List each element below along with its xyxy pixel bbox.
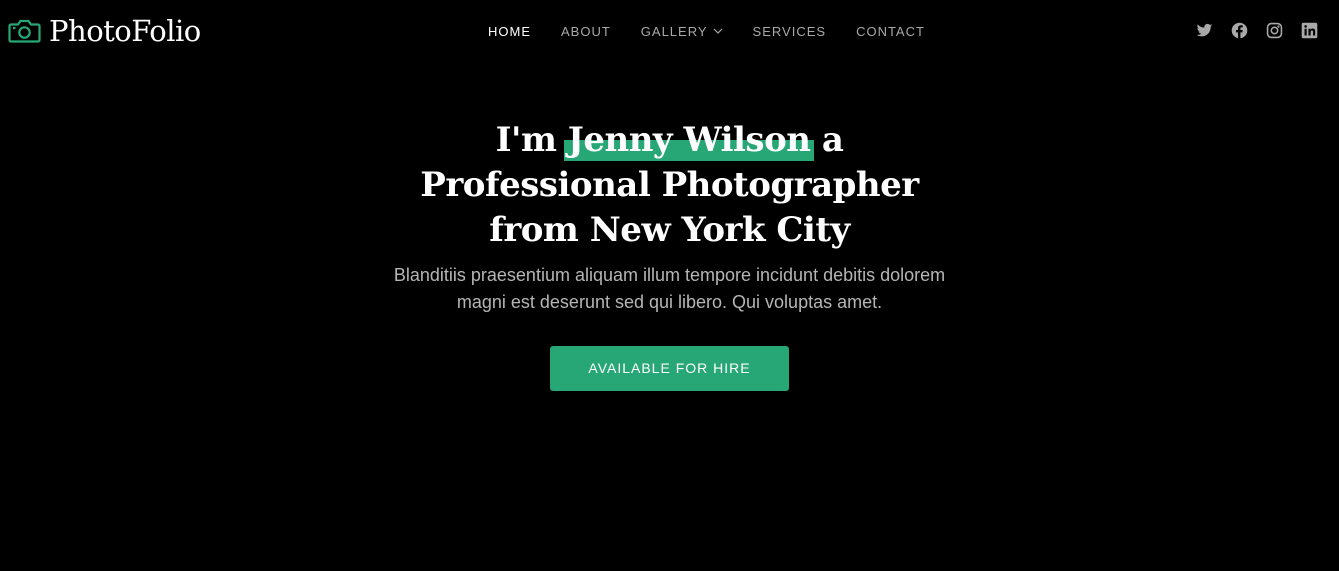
hero-title: I'm Jenny Wilson a Professional Photogra… xyxy=(0,118,1339,253)
nav-item-gallery[interactable]: GALLERY xyxy=(626,24,738,39)
main-nav: HOME ABOUT GALLERY SERVICES CONTACT xyxy=(473,20,940,42)
site-header: PhotoFolio HOME ABOUT GALLERY SERVICES C… xyxy=(0,0,1339,62)
hero-title-highlighted-name: Jenny Wilson xyxy=(563,118,815,163)
nav-item-home[interactable]: HOME xyxy=(473,24,546,39)
nav-item-label: ABOUT xyxy=(561,23,611,39)
hero-description: Blanditiis praesentium aliquam illum tem… xyxy=(393,265,946,312)
hero-title-prefix: I'm xyxy=(495,120,557,160)
social-links xyxy=(1178,22,1318,39)
hero-title-line-2: Professional Photographer xyxy=(420,165,919,205)
hero-title-line-1: I'm Jenny Wilson a xyxy=(0,118,1339,163)
hero-section: I'm Jenny Wilson a Professional Photogra… xyxy=(0,118,1339,391)
nav-item-label: CONTACT xyxy=(856,23,925,39)
nav-item-label: SERVICES xyxy=(752,23,827,39)
chevron-down-icon xyxy=(713,26,723,36)
nav-item-contact[interactable]: CONTACT xyxy=(841,24,940,39)
available-for-hire-button[interactable]: AVAILABLE FOR HIRE xyxy=(550,346,789,391)
nav-item-label: GALLERY xyxy=(640,23,708,39)
instagram-icon[interactable] xyxy=(1266,22,1283,39)
nav-item-services[interactable]: SERVICES xyxy=(738,24,842,39)
twitter-icon[interactable] xyxy=(1196,22,1213,39)
brand-name: PhotoFolio xyxy=(49,13,201,48)
hero-title-suffix: a xyxy=(821,120,844,160)
nav-item-about[interactable]: ABOUT xyxy=(546,24,626,39)
camera-icon xyxy=(8,18,41,44)
facebook-icon[interactable] xyxy=(1231,22,1248,39)
brand-logo-link[interactable]: PhotoFolio xyxy=(8,12,201,50)
hero-title-line-3: from New York City xyxy=(489,210,850,250)
linkedin-icon[interactable] xyxy=(1301,22,1318,39)
nav-item-label: HOME xyxy=(488,23,531,39)
